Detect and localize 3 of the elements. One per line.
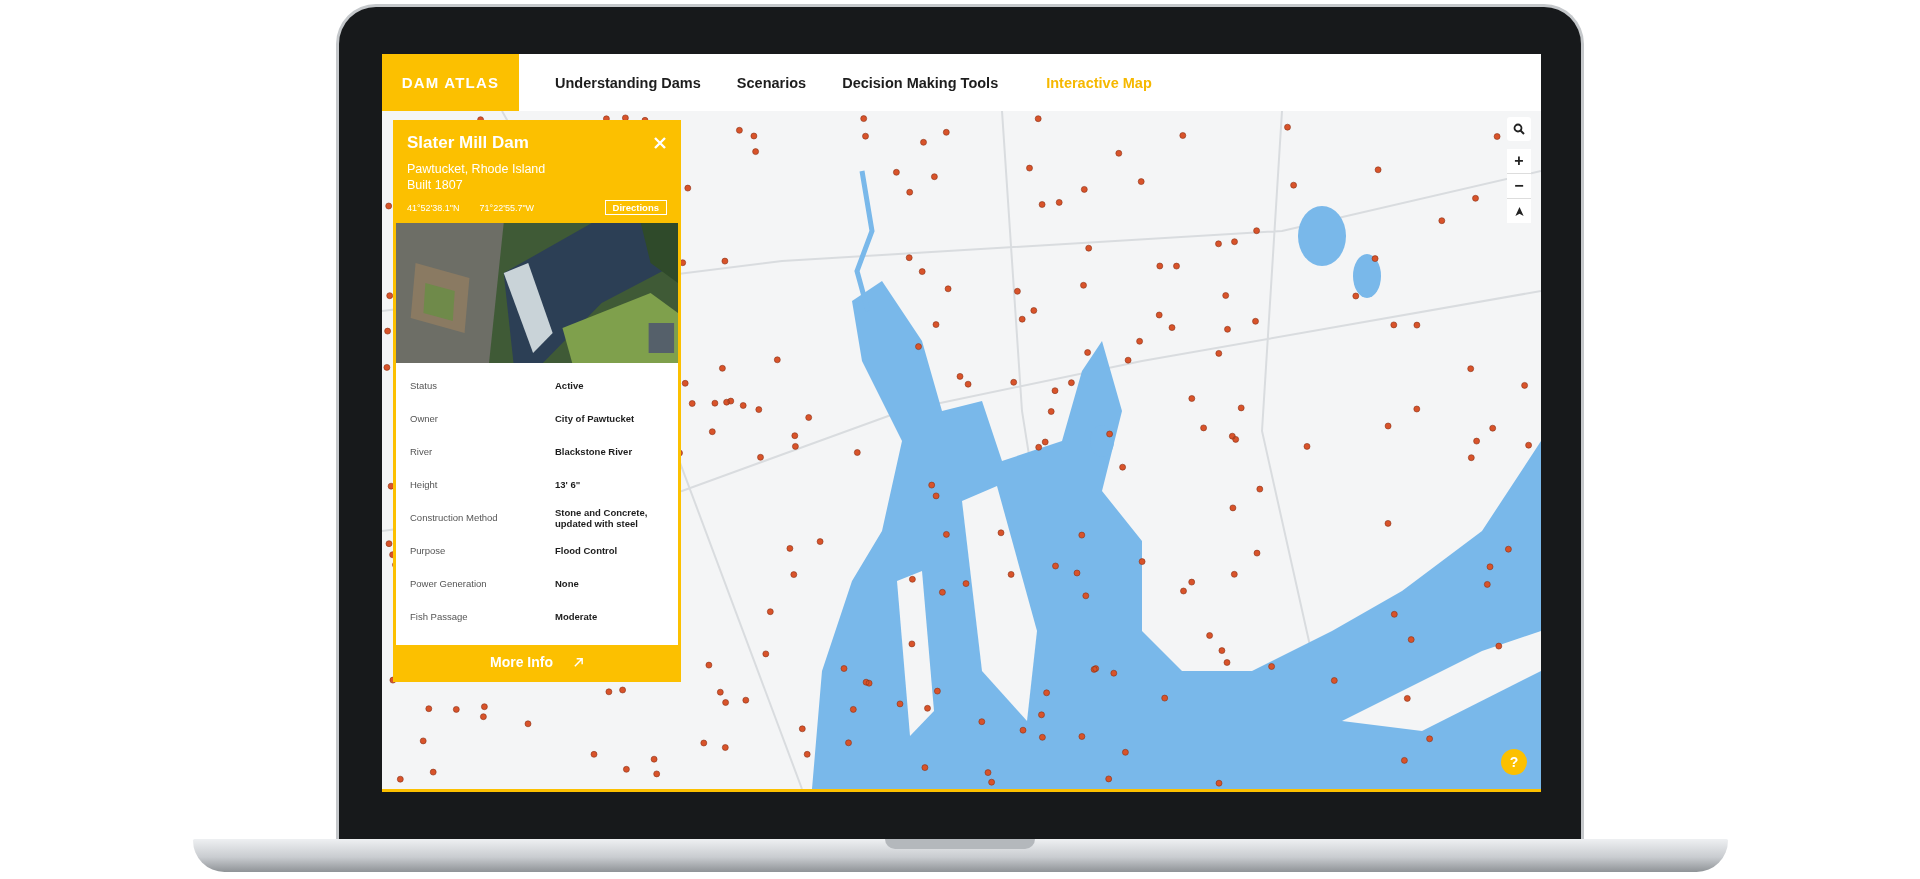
nav-link[interactable]: Understanding Dams xyxy=(555,74,701,91)
nav-link[interactable]: Scenarios xyxy=(736,74,807,91)
nav-link[interactable]: Decision Making Tools xyxy=(842,74,999,91)
